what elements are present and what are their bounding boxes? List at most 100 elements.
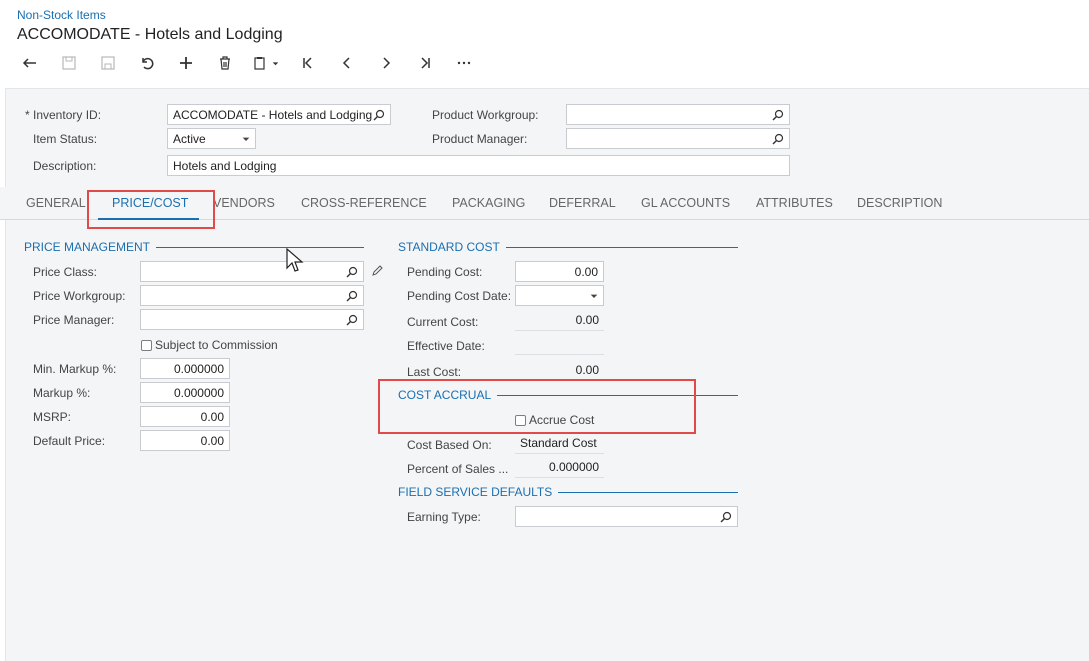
pencil-icon[interactable] [371,265,383,277]
markup-field[interactable]: 0.000000 [140,382,230,403]
current-cost-label: Current Cost: [407,315,479,329]
earning-type-field[interactable] [515,506,738,527]
field-service-section-title: FIELD SERVICE DEFAULTS [398,485,738,499]
undo-button[interactable] [127,50,166,76]
search-icon[interactable] [346,266,358,278]
tab-vendors[interactable]: VENDORS [213,196,275,210]
tab-deferral[interactable]: DEFERRAL [549,196,616,210]
product-workgroup-field[interactable] [566,104,790,125]
tab-packaging[interactable]: PACKAGING [452,196,525,210]
prev-button[interactable] [327,50,366,76]
min-markup-label: Min. Markup %: [33,362,117,376]
undo-icon [141,57,153,70]
last-button[interactable] [405,50,444,76]
msrp-value: 0.00 [200,409,224,424]
price-manager-field[interactable] [140,309,364,330]
price-manager-label: Price Manager: [33,313,115,327]
default-price-value: 0.00 [200,433,224,448]
back-button[interactable] [10,50,49,76]
last-icon [420,57,430,69]
page-title: ACCOMODATE - Hotels and Lodging [17,26,283,43]
inventory-id-field[interactable]: ACCOMODATE - Hotels and Lodging [167,104,391,125]
default-price-field[interactable]: 0.00 [140,430,230,451]
current-cost-value: 0.00 [575,313,599,327]
inventory-id-value: ACCOMODATE - Hotels and Lodging [173,107,373,122]
more-icon [457,61,470,65]
next-button[interactable] [366,50,405,76]
percent-of-sales-label: Percent of Sales ... [407,462,509,476]
description-value: Hotels and Lodging [173,158,277,173]
add-button[interactable] [166,50,205,76]
add-icon [179,57,192,69]
save-close-icon [100,56,115,70]
product-workgroup-label: Product Workgroup: [432,108,539,122]
standard-cost-section-title: STANDARD COST [398,240,738,254]
search-icon[interactable] [772,133,784,145]
search-icon[interactable] [720,511,732,523]
effective-date-label: Effective Date: [407,339,485,353]
chevron-down-icon [242,137,250,141]
first-button[interactable] [288,50,327,76]
item-status-value: Active [173,131,206,146]
tab-cross-reference[interactable]: CROSS-REFERENCE [301,196,427,210]
effective-date-field [515,334,604,355]
product-manager-field[interactable] [566,128,790,149]
pending-cost-field[interactable]: 0.00 [515,261,604,282]
save-button[interactable] [49,50,88,76]
pending-cost-label: Pending Cost: [407,265,483,279]
tab-gl-accounts[interactable]: GL ACCOUNTS [641,196,730,210]
tab-general[interactable]: GENERAL [26,196,86,210]
markup-value: 0.000000 [173,385,224,400]
item-status-label: Item Status: [33,132,98,146]
toolbar [10,50,483,76]
required-marker: * [25,108,30,122]
search-icon[interactable] [346,290,358,302]
last-cost-value: 0.00 [575,363,599,377]
copy-paste-button[interactable] [244,50,288,76]
breadcrumb[interactable]: Non-Stock Items [17,8,106,22]
price-cost-tab-highlight [87,190,215,229]
more-button[interactable] [444,50,483,76]
search-icon[interactable] [373,109,385,121]
msrp-field[interactable]: 0.00 [140,406,230,427]
chevron-down-icon[interactable] [590,292,598,300]
price-workgroup-label: Price Workgroup: [33,289,126,303]
price-workgroup-field[interactable] [140,285,364,306]
tab-attributes[interactable]: ATTRIBUTES [756,196,833,210]
save-close-button[interactable] [88,50,127,76]
cost-based-on-field[interactable]: Standard Cost [515,433,604,454]
pending-cost-date-label: Pending Cost Date: [407,289,512,303]
inventory-id-label: Inventory ID: [33,108,102,122]
cost-accrual-highlight [378,379,696,434]
msrp-label: MSRP: [33,410,72,424]
min-markup-value: 0.000000 [173,361,224,376]
cost-based-on-label: Cost Based On: [407,438,492,452]
subject-to-commission-checkbox[interactable]: Subject to Commission [141,338,278,352]
price-class-label: Price Class: [33,265,98,279]
delete-icon [219,56,230,70]
earning-type-label: Earning Type: [407,510,481,524]
pending-cost-value: 0.00 [574,264,598,279]
next-icon [382,57,390,69]
cost-based-on-value: Standard Cost [520,436,597,450]
default-price-label: Default Price: [33,434,106,448]
min-markup-field[interactable]: 0.000000 [140,358,230,379]
delete-button[interactable] [205,50,244,76]
search-icon[interactable] [772,109,784,121]
prev-icon [342,57,350,69]
description-field[interactable]: Hotels and Lodging [167,155,790,176]
tab-description[interactable]: DESCRIPTION [857,196,942,210]
current-cost-field: 0.00 [515,310,604,331]
search-icon[interactable] [346,314,358,326]
percent-of-sales-field[interactable]: 0.000000 [515,457,604,478]
last-cost-label: Last Cost: [407,365,462,379]
item-status-select[interactable]: Active [167,128,256,149]
subject-to-commission-label: Subject to Commission [155,338,278,352]
pending-cost-date-field[interactable] [515,285,604,306]
markup-label: Markup %: [33,386,91,400]
description-label: Description: [33,159,97,173]
price-class-field[interactable] [140,261,364,282]
price-management-section-title: PRICE MANAGEMENT [24,240,364,254]
first-icon [302,57,312,69]
checkbox-box[interactable] [141,339,152,351]
